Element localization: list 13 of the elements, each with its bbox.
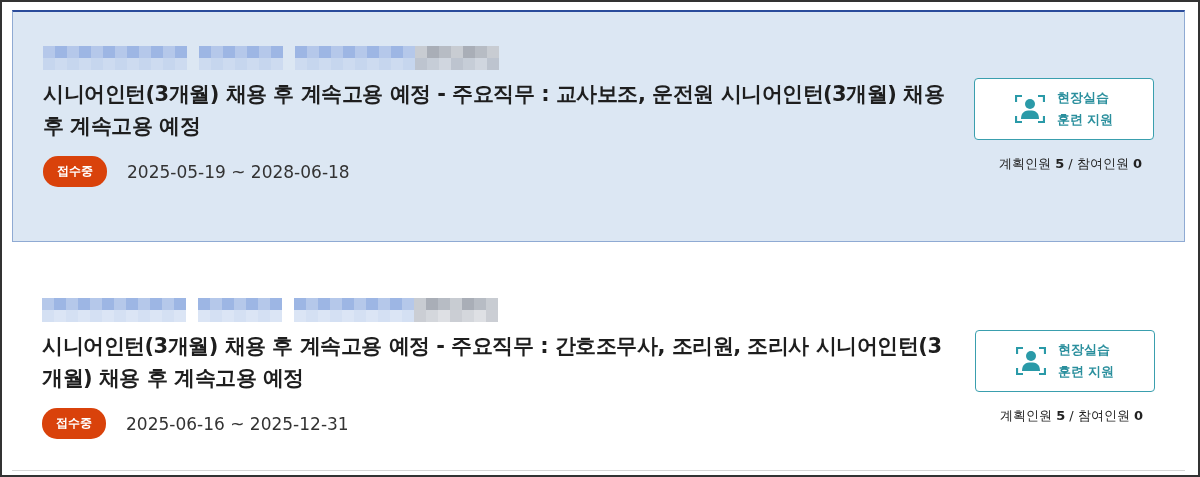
headcount-text: 계획인원 5 / 참여인원 0 [1000, 407, 1143, 425]
person-frame-icon [1015, 346, 1046, 376]
status-badge: 접수중 [42, 408, 106, 439]
period-text: 2025-05-19 ~ 2028-06-18 [127, 161, 350, 182]
listing-card[interactable]: 시니어인턴(3개월) 채용 후 계속고용 예정 - 주요직무 : 교사보조, 운전원 시니어인턴(3개월) 채용 후 계속고용 예정 접수중 2025-05-19 ~ 2028-06-18 현장실습 훈련 지원 계획인원 5 / 참여인원 0 [12, 10, 1185, 242]
listing-title: 시니어인턴(3개월) 채용 후 계속고용 예정 - 주요직무 : 교사보조, 운전원 시니어인턴(3개월) 채용 후 계속고용 예정 [43, 81, 946, 140]
listing-title: 시니어인턴(3개월) 채용 후 계속고용 예정 - 주요직무 : 간호조무사, 조리원, 조리사 시니어인턴(3개월) 채용 후 계속고용 예정 [42, 333, 943, 392]
status-badge: 접수중 [43, 156, 107, 187]
training-support-button[interactable]: 현장실습 훈련 지원 [975, 330, 1155, 392]
training-support-button[interactable]: 현장실습 훈련 지원 [974, 78, 1154, 140]
person-frame-icon [1014, 94, 1045, 124]
headcount-text: 계획인원 5 / 참여인원 0 [999, 155, 1142, 173]
period-text: 2025-06-16 ~ 2025-12-31 [126, 413, 349, 434]
